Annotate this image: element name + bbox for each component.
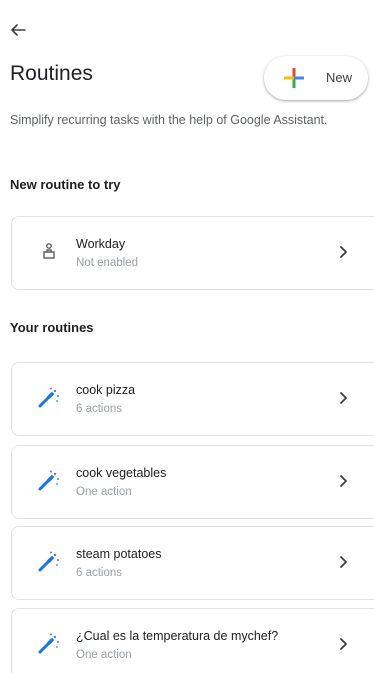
page-description: Simplify recurring tasks with the help o…	[10, 113, 328, 127]
plus-icon	[284, 68, 304, 88]
suggested-routine-card-workday[interactable]: Workday Not enabled	[11, 216, 374, 290]
routine-card-cook-pizza[interactable]: cook pizza 6 actions	[11, 362, 374, 436]
routine-name: cook vegetables	[76, 466, 167, 480]
routine-name: steam potatoes	[76, 547, 162, 561]
chevron-right-icon	[340, 392, 347, 404]
routine-status: Not enabled	[76, 257, 139, 269]
workday-routine-icon	[43, 243, 55, 259]
new-button-label: New	[326, 70, 353, 85]
new-routine-section-title: New routine to try	[10, 177, 121, 192]
chevron-right-icon	[340, 246, 347, 258]
new-routine-button[interactable]: New	[264, 56, 368, 100]
routine-action-count: One action	[76, 649, 132, 661]
magic-wand-icon	[38, 387, 59, 408]
routine-card-mychef-temperature[interactable]: ¿Cual es la temperatura de mychef? One a…	[11, 608, 374, 673]
magic-wand-icon	[38, 470, 59, 491]
routine-card-cook-vegetables[interactable]: cook vegetables One action	[11, 445, 374, 519]
chevron-right-icon	[340, 638, 347, 650]
routine-name: Workday	[76, 237, 126, 251]
magic-wand-icon	[38, 633, 59, 654]
routines-screen: Routines New Simplify recurring tasks wi…	[0, 0, 374, 673]
magic-wand-icon	[38, 551, 59, 572]
back-arrow-icon	[11, 24, 26, 36]
routine-action-count: 6 actions	[76, 403, 123, 415]
routine-action-count: 6 actions	[76, 567, 123, 579]
routine-card-steam-potatoes[interactable]: steam potatoes 6 actions	[11, 526, 374, 600]
page-title: Routines	[10, 62, 93, 85]
routine-action-count: One action	[76, 486, 132, 498]
back-button[interactable]	[6, 18, 30, 42]
routine-name: ¿Cual es la temperatura de mychef?	[76, 629, 279, 643]
routine-name: cook pizza	[76, 383, 136, 397]
your-routines-section-title: Your routines	[10, 320, 94, 335]
chevron-right-icon	[340, 556, 347, 568]
chevron-right-icon	[340, 475, 347, 487]
